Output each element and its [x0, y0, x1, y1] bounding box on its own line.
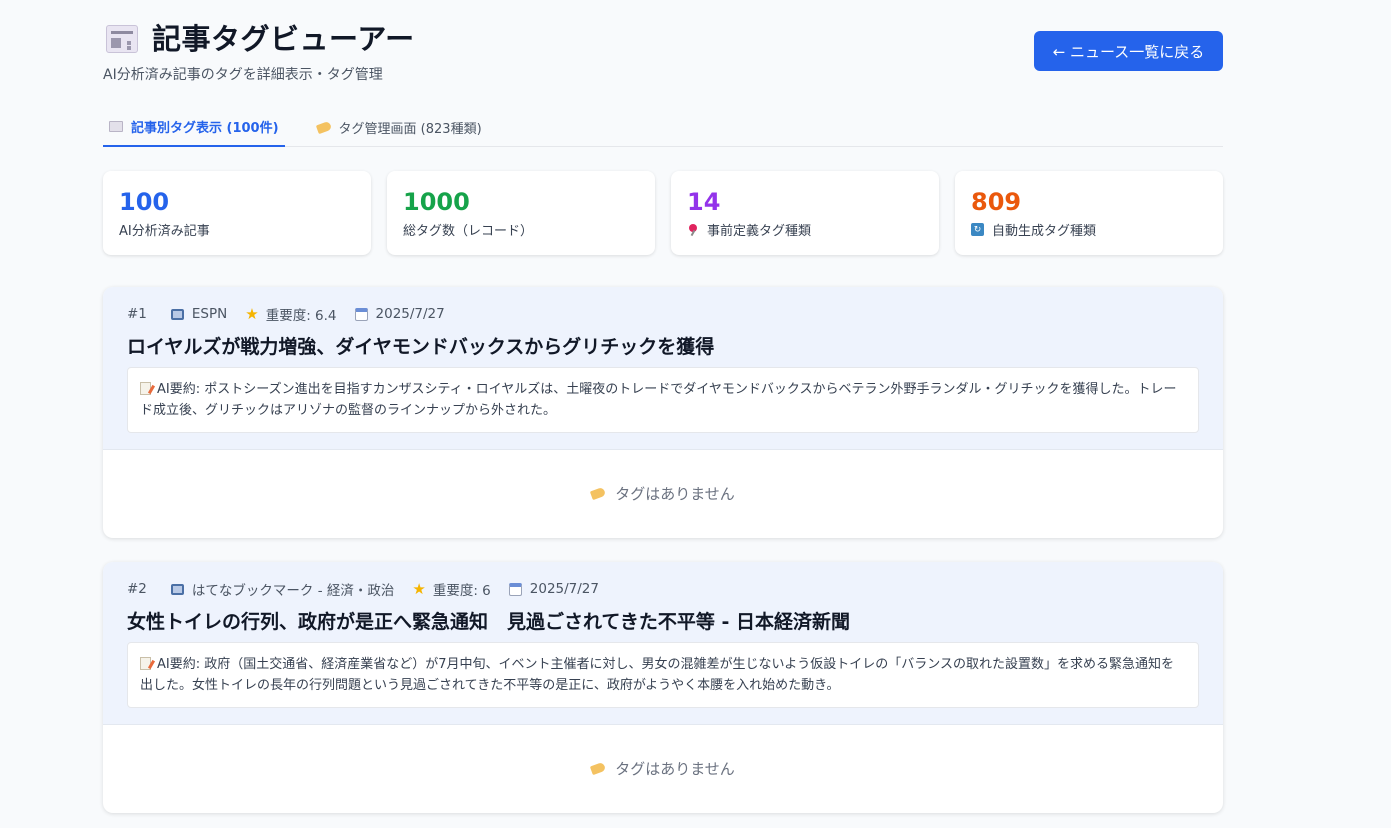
stat-label-text: 事前定義タグ種類 — [707, 224, 812, 239]
calendar-icon — [508, 582, 522, 596]
refresh-icon: ↻ — [971, 223, 984, 236]
star-icon: ★ — [245, 305, 259, 323]
tab-label: タグ管理画面 (823種類) — [338, 122, 482, 137]
memo-icon — [140, 382, 151, 395]
article-source: ESPN — [165, 306, 227, 322]
ai-summary: AI要約: 政府（国土交通省、経済産業省など）が7月中旬、イベント主催者に対し、… — [127, 642, 1199, 708]
article-header: #1 ESPN ★ 重要度: 6.4 2025/7/27 ロイヤルズが戦力増強、… — [103, 287, 1223, 450]
calendar-icon — [354, 307, 368, 321]
stat-card-predefined-tags: 14 事前定義タグ種類 — [671, 171, 939, 255]
page-header: 記事タグビューアー AI分析済み記事のタグを詳細表示・タグ管理 ← ニュース一覧… — [103, 0, 1223, 100]
article-title[interactable]: 女性トイレの行列、政府が是正へ緊急通知 見過ごされてきた不平等 - 日本経済新聞 — [127, 607, 850, 634]
article-header: #2 はてなブックマーク - 経済・政治 ★ 重要度: 6 2025/7/27 … — [103, 562, 1223, 725]
source-label: ESPN — [191, 306, 228, 322]
article-title[interactable]: ロイヤルズが戦力増強、ダイヤモンドバックスからグリチックを獲得 — [127, 332, 714, 359]
article-card: #1 ESPN ★ 重要度: 6.4 2025/7/27 ロイヤルズが戦力増強、… — [103, 287, 1223, 538]
source-label: はてなブックマーク - 経済・政治 — [191, 583, 395, 599]
article-date: 2025/7/27 — [354, 306, 445, 322]
stat-card-articles: 100 AI分析済み記事 — [103, 171, 371, 255]
stat-label: 事前定義タグ種類 — [687, 220, 923, 239]
empty-tags-message: タグはありません — [615, 485, 735, 503]
stat-label-text: AI分析済み記事 — [119, 224, 210, 239]
stat-label: AI分析済み記事 — [119, 220, 355, 239]
stat-value: 14 — [687, 188, 721, 216]
newspaper-icon — [109, 121, 123, 132]
article-date: 2025/7/27 — [508, 581, 599, 597]
tv-icon — [170, 308, 184, 320]
tag-icon — [590, 486, 607, 501]
stat-card-total-tags: 1000 総タグ数（レコード） — [387, 171, 655, 255]
stat-label: ↻ 自動生成タグ種類 — [971, 220, 1207, 239]
tv-icon — [170, 583, 184, 595]
article-source: はてなブックマーク - 経済・政治 — [165, 579, 394, 599]
tab-bar: 記事別タグ表示 (100件) タグ管理画面 (823種類) — [103, 108, 1223, 147]
article-meta: #2 はてなブックマーク - 経済・政治 ★ 重要度: 6 2025/7/27 — [127, 579, 617, 599]
article-meta: #1 ESPN ★ 重要度: 6.4 2025/7/27 — [127, 304, 463, 324]
back-to-news-button[interactable]: ← ニュース一覧に戻る — [1034, 31, 1223, 71]
importance-label: 重要度: 6 — [432, 583, 491, 599]
tag-icon — [315, 120, 332, 135]
date-label: 2025/7/27 — [375, 306, 445, 322]
article-number: #2 — [127, 581, 147, 597]
article-importance: ★ 重要度: 6 — [412, 579, 490, 599]
tab-articles[interactable]: 記事別タグ表示 (100件) — [103, 108, 285, 147]
empty-tags-message: タグはありません — [615, 760, 735, 778]
tag-icon — [590, 761, 607, 776]
pin-icon — [687, 223, 699, 236]
newspaper-icon — [106, 25, 138, 53]
title-row: 記事タグビューアー — [106, 16, 415, 58]
importance-label: 重要度: 6.4 — [265, 308, 337, 324]
tag-area: タグはありません — [103, 450, 1223, 537]
summary-text: AI要約: ポストシーズン進出を目指すカンザスシティ・ロイヤルズは、土曜夜のトレ… — [140, 382, 1177, 418]
ai-summary: AI要約: ポストシーズン進出を目指すカンザスシティ・ロイヤルズは、土曜夜のトレ… — [127, 367, 1199, 433]
tag-area: タグはありません — [103, 725, 1223, 812]
stat-value: 809 — [971, 188, 1022, 216]
stat-label-text: 総タグ数（レコード） — [403, 224, 534, 239]
stat-value: 1000 — [403, 188, 470, 216]
stat-label: 総タグ数（レコード） — [403, 220, 639, 239]
page-title: 記事タグビューアー — [152, 22, 415, 56]
stats-row: 100 AI分析済み記事 1000 総タグ数（レコード） 14 事前定義タグ種類… — [103, 171, 1223, 255]
stat-label-text: 自動生成タグ種類 — [992, 224, 1097, 239]
page-subtitle: AI分析済み記事のタグを詳細表示・タグ管理 — [103, 67, 383, 83]
stat-card-auto-tags: 809 ↻ 自動生成タグ種類 — [955, 171, 1223, 255]
summary-text: AI要約: 政府（国土交通省、経済産業省など）が7月中旬、イベント主催者に対し、… — [140, 657, 1174, 693]
article-card: #2 はてなブックマーク - 経済・政治 ★ 重要度: 6 2025/7/27 … — [103, 562, 1223, 813]
memo-icon — [140, 657, 151, 670]
tab-label: 記事別タグ表示 (100件) — [131, 121, 279, 136]
star-icon: ★ — [412, 580, 426, 598]
article-importance: ★ 重要度: 6.4 — [245, 304, 336, 324]
stat-value: 100 — [119, 188, 170, 216]
date-label: 2025/7/27 — [529, 581, 599, 597]
page-container: 記事タグビューアー AI分析済み記事のタグを詳細表示・タグ管理 ← ニュース一覧… — [103, 0, 1223, 813]
tab-tag-management[interactable]: タグ管理画面 (823種類) — [311, 108, 488, 147]
article-number: #1 — [127, 306, 147, 322]
